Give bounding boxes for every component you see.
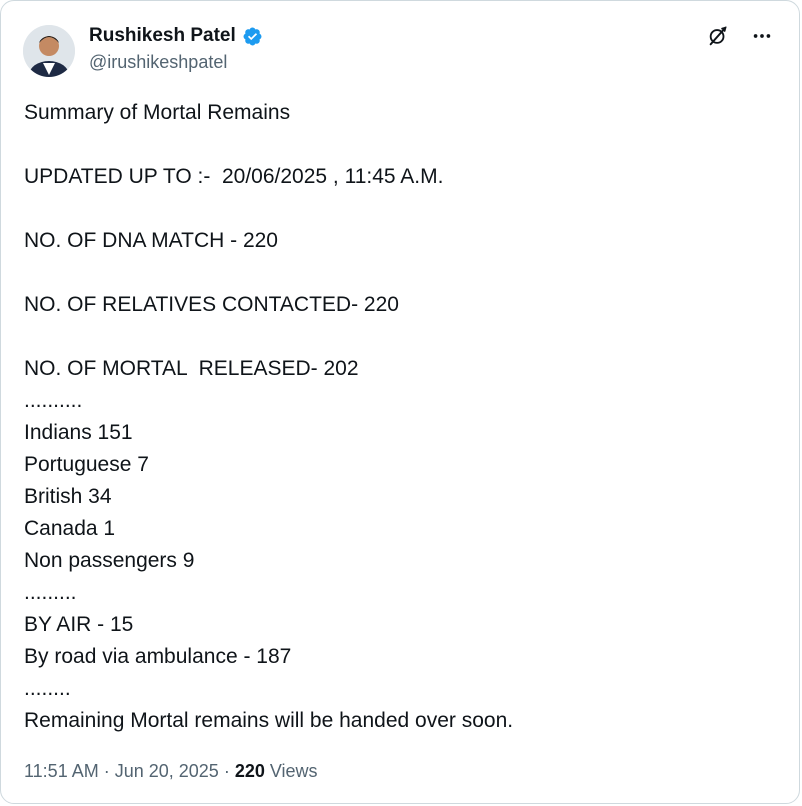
name-row: Rushikesh Patel: [89, 25, 263, 47]
post-line: BY AIR - 15: [24, 613, 134, 636]
post-line: Summary of Mortal Remains: [24, 101, 291, 124]
meta-separator: ·: [98, 761, 115, 781]
post-line: UPDATED UP TO :- 20/06/2025 , 11:45 A.M.: [24, 165, 444, 188]
post-card[interactable]: Rushikesh Patel @irushikeshpatel Summary…: [0, 0, 800, 804]
post-header: Rushikesh Patel @irushikeshpatel: [23, 21, 779, 81]
user-handle[interactable]: @irushikeshpatel: [89, 52, 227, 73]
post-line: Indians 151: [24, 421, 133, 444]
avatar-image: [23, 25, 75, 77]
post-line: NO. OF DNA MATCH - 220: [24, 229, 278, 252]
post-line: NO. OF MORTAL RELEASED- 202: [24, 357, 359, 380]
post-line: [24, 129, 779, 161]
top-actions: [707, 25, 773, 47]
views-label[interactable]: Views: [265, 761, 318, 782]
post-line: .........: [24, 581, 77, 604]
display-name[interactable]: Rushikesh Patel: [89, 25, 236, 47]
avatar[interactable]: [23, 25, 75, 77]
post-text: Summary of Mortal Remains UPDATED UP TO …: [24, 97, 779, 737]
post-time[interactable]: 11:51 AM: [24, 761, 99, 782]
post-line: NO. OF RELATIVES CONTACTED- 220: [24, 293, 399, 316]
post-line: ........: [24, 677, 71, 700]
post-line: ..........: [24, 389, 83, 412]
post-line: Non passengers 9: [24, 549, 195, 572]
post-line: British 34: [24, 485, 112, 508]
post-line: [24, 321, 779, 353]
views-count[interactable]: 220: [235, 761, 265, 782]
verified-badge-icon[interactable]: [242, 26, 263, 47]
post-line: [24, 257, 779, 289]
post-date[interactable]: Jun 20, 2025: [115, 761, 219, 782]
post-meta: 11:51 AM · Jun 20, 2025 · 220 Views: [24, 761, 318, 782]
post-line: Canada 1: [24, 517, 116, 540]
more-options-icon[interactable]: [751, 25, 773, 47]
meta-separator: ·: [218, 761, 235, 781]
post-line: [24, 193, 779, 225]
post-line: Remaining Mortal remains will be handed …: [24, 709, 514, 732]
post-line: Portuguese 7: [24, 453, 149, 476]
grok-icon[interactable]: [707, 25, 729, 47]
post-line: By road via ambulance - 187: [24, 645, 292, 668]
